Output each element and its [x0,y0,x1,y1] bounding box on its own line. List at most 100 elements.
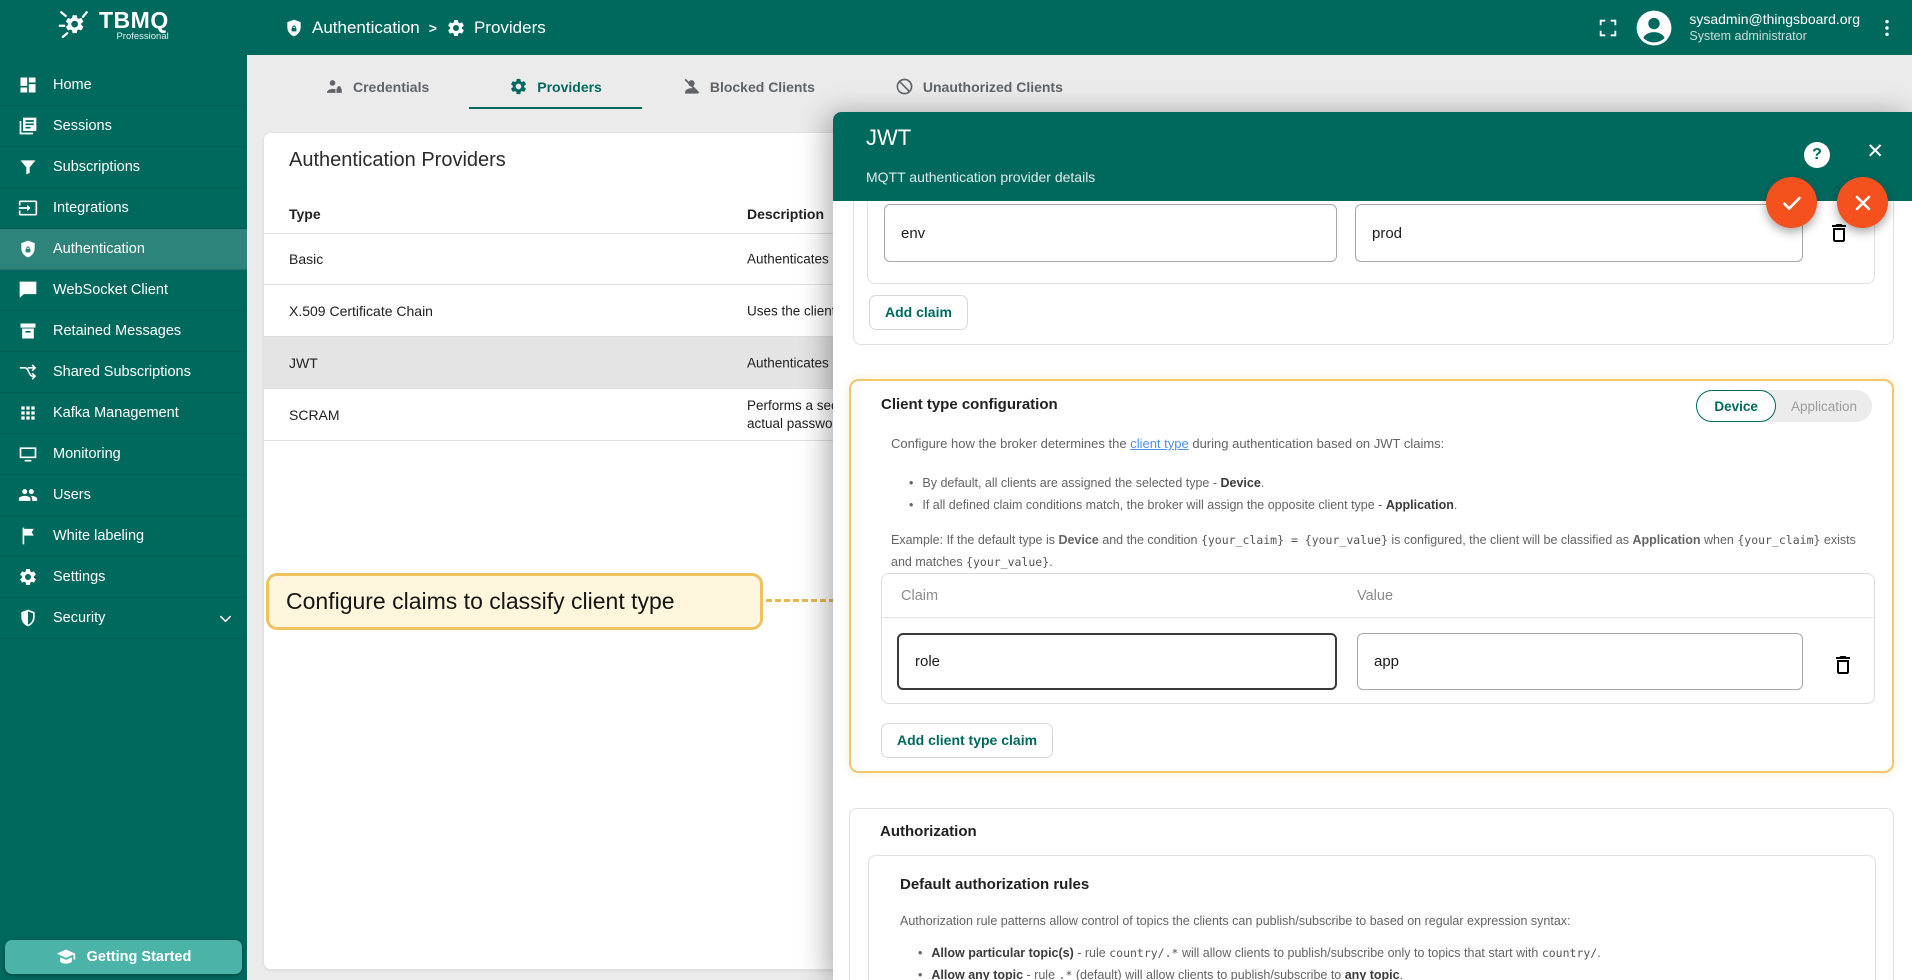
help-icon[interactable]: ? [1804,142,1830,168]
panel-title: JWT [866,125,911,151]
sidebar-item-label: Shared Subscriptions [53,364,191,380]
sidebar-item-settings[interactable]: Settings [0,557,247,598]
sidebar-item-label: Sessions [53,118,112,134]
sidebar-item-label: WebSocket Client [53,282,168,298]
sessions-icon [18,116,38,136]
toggle-option-device[interactable]: Device [1696,390,1776,422]
integrations-icon [18,198,38,218]
check-icon [1780,191,1804,215]
annotation-callout: Configure claims to classify client type [266,573,763,630]
logo-title: TBMQ [99,7,169,33]
sidebar-item-label: Security [53,610,105,626]
tab-label: Unauthorized Clients [923,79,1063,95]
credentials-icon [325,77,344,96]
avatar[interactable] [1635,9,1673,47]
sidebar-item-home[interactable]: Home [0,65,247,106]
auth-tabs: Credentials Providers Blocked Clients Un… [285,66,1103,109]
sidebar-item-users[interactable]: Users [0,475,247,516]
gear-icon [509,77,528,96]
chevron-down-icon[interactable] [216,609,235,628]
breadcrumb-authentication[interactable]: Authentication [284,18,420,38]
tab-blocked-clients[interactable]: Blocked Clients [642,66,855,109]
cell-description: Authenticates c [747,355,839,370]
sidebar-item-integrations[interactable]: Integrations [0,188,247,229]
cell-type: Basic [289,251,323,267]
breadcrumb-providers[interactable]: Providers [446,18,546,38]
authorization-bullet-2: Allow any topic - rule .* (default) will… [918,968,1403,980]
chat-icon [18,280,38,300]
sidebar-item-kafka-management[interactable]: Kafka Management [0,393,247,434]
claim-input[interactable] [884,204,1337,262]
sidebar-item-monitoring[interactable]: Monitoring [0,434,247,475]
sidebar-item-label: White labeling [53,528,144,544]
tbmq-logo-icon [56,7,92,43]
panel-header: JWT MQTT authentication provider details… [833,112,1912,201]
client-type-claim-input[interactable] [897,633,1337,690]
shield-lock-icon [18,239,38,259]
header-divider [882,617,1874,618]
sidebar-item-white-labeling[interactable]: White labeling [0,516,247,557]
tab-credentials[interactable]: Credentials [285,66,469,109]
breadcrumb-label: Providers [474,18,546,38]
sidebar-item-shared-subscriptions[interactable]: Shared Subscriptions [0,352,247,393]
security-shield-icon [18,608,38,628]
apps-grid-icon [18,403,38,423]
client-type-example: Example: If the default type is Device a… [891,530,1871,574]
section-title: Client type configuration [881,396,1058,413]
sidebar-item-websocket-client[interactable]: WebSocket Client [0,270,247,311]
tab-providers[interactable]: Providers [469,66,642,109]
sidebar-item-subscriptions[interactable]: Subscriptions [0,147,247,188]
breadcrumb-separator: > [429,20,437,36]
apply-changes-button[interactable] [1766,177,1817,228]
sidebar-item-label: Monitoring [53,446,121,462]
tbmq-logo[interactable]: TBMQ Professional [56,7,169,43]
cell-type: SCRAM [289,407,340,423]
add-claim-button[interactable]: Add claim [869,295,968,330]
sidebar-item-sessions[interactable]: Sessions [0,106,247,147]
tab-label: Credentials [353,79,429,95]
delete-client-type-claim-icon[interactable] [1831,653,1855,677]
users-icon [18,485,38,505]
discard-changes-button[interactable] [1837,177,1888,228]
section-title: Authorization [880,823,977,840]
add-client-type-claim-button[interactable]: Add client type claim [881,723,1053,758]
sidebar-item-retained-messages[interactable]: Retained Messages [0,311,247,352]
callout-text: Configure claims to classify client type [286,588,675,615]
gear-icon [18,567,38,587]
archive-icon [18,321,38,341]
tab-label: Providers [537,79,602,95]
getting-started-label: Getting Started [87,949,192,965]
unauthorized-icon [895,77,914,96]
claim-value-input[interactable] [1355,204,1803,262]
sidebar-item-security[interactable]: Security [0,598,247,639]
cell-description: Uses the client [747,303,836,318]
delete-claim-icon[interactable] [1827,221,1851,245]
sidebar-item-label: Settings [53,569,105,585]
getting-started-button[interactable]: Getting Started [5,940,242,974]
breadcrumb-label: Authentication [312,18,420,38]
sidebar-menu: Home Sessions Subscriptions Integrations… [0,55,247,639]
tab-unauthorized-clients[interactable]: Unauthorized Clients [855,66,1103,109]
client-type-toggle: Device Application [1696,390,1872,422]
toggle-option-application[interactable]: Application [1776,399,1872,414]
monitor-icon [18,444,38,464]
branch-icon [18,362,38,382]
client-type-value-input[interactable] [1357,633,1803,690]
panel-subtitle: MQTT authentication provider details [866,169,1095,185]
client-type-link[interactable]: client type [1130,436,1189,451]
fullscreen-icon[interactable] [1597,17,1619,39]
dashboard-icon [18,75,38,95]
sidebar-item-authentication[interactable]: Authentication [0,229,247,270]
user-email: sysadmin@thingsboard.org [1689,11,1860,28]
client-type-configuration-card: Client type configuration Device Applica… [849,379,1894,773]
close-icon[interactable]: ✕ [1866,139,1884,164]
client-type-claims-container: Claim Value [881,573,1875,704]
breadcrumb: Authentication > Providers [284,0,546,55]
client-type-intro: Configure how the broker determines the … [891,436,1444,451]
client-type-bullet-2: If all defined claim conditions match, t… [909,498,1457,512]
more-vert-icon[interactable] [1876,17,1898,39]
sidebar-item-label: Subscriptions [53,159,140,175]
value-column-header: Value [1357,588,1393,604]
filter-icon [18,157,38,177]
top-bar-actions: sysadmin@thingsboard.org System administ… [1597,0,1898,55]
